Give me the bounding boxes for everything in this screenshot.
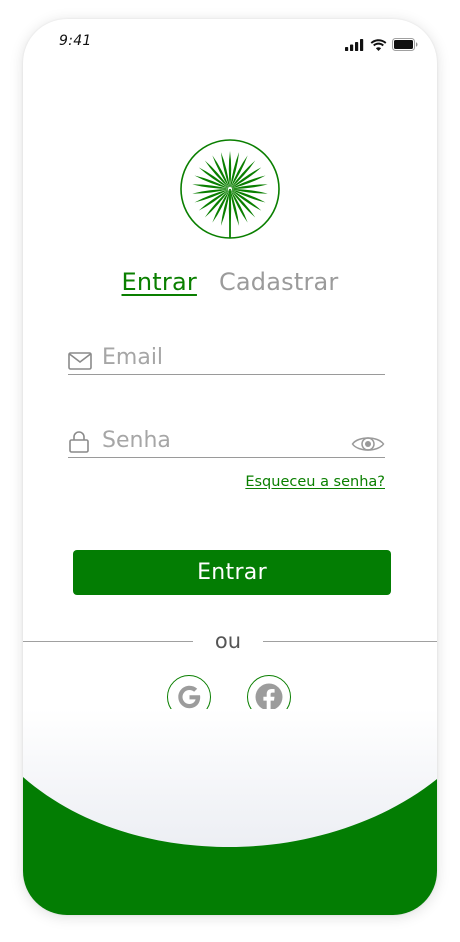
phone-screen: 9:41 Entrar Cadastrar Email Esqueceu a s… (23, 19, 437, 915)
password-field-container (68, 421, 385, 458)
tab-cadastrar[interactable]: Cadastrar (219, 268, 339, 296)
email-input[interactable] (102, 340, 342, 374)
battery-icon (392, 38, 418, 51)
signal-icon (345, 38, 364, 51)
bottom-wave-decoration (23, 709, 437, 915)
email-field-container (68, 338, 385, 375)
mail-icon (68, 352, 92, 370)
tab-entrar[interactable]: Entrar (122, 268, 197, 296)
login-button[interactable]: Entrar (73, 550, 391, 595)
status-icons (345, 38, 419, 51)
eye-icon[interactable] (351, 434, 385, 454)
divider-line-left (23, 641, 193, 642)
or-label: ou (214, 629, 242, 653)
lock-icon (69, 431, 89, 453)
forgot-password-link[interactable]: Esqueceu a senha? (245, 474, 385, 490)
status-time: 9:41 (59, 33, 92, 49)
palm-leaf-icon (180, 139, 280, 239)
auth-tabs: Entrar Cadastrar (23, 268, 437, 296)
wifi-icon (370, 38, 387, 51)
or-divider: ou (23, 623, 437, 663)
password-input[interactable] (102, 423, 342, 457)
divider-line-right (263, 641, 437, 642)
